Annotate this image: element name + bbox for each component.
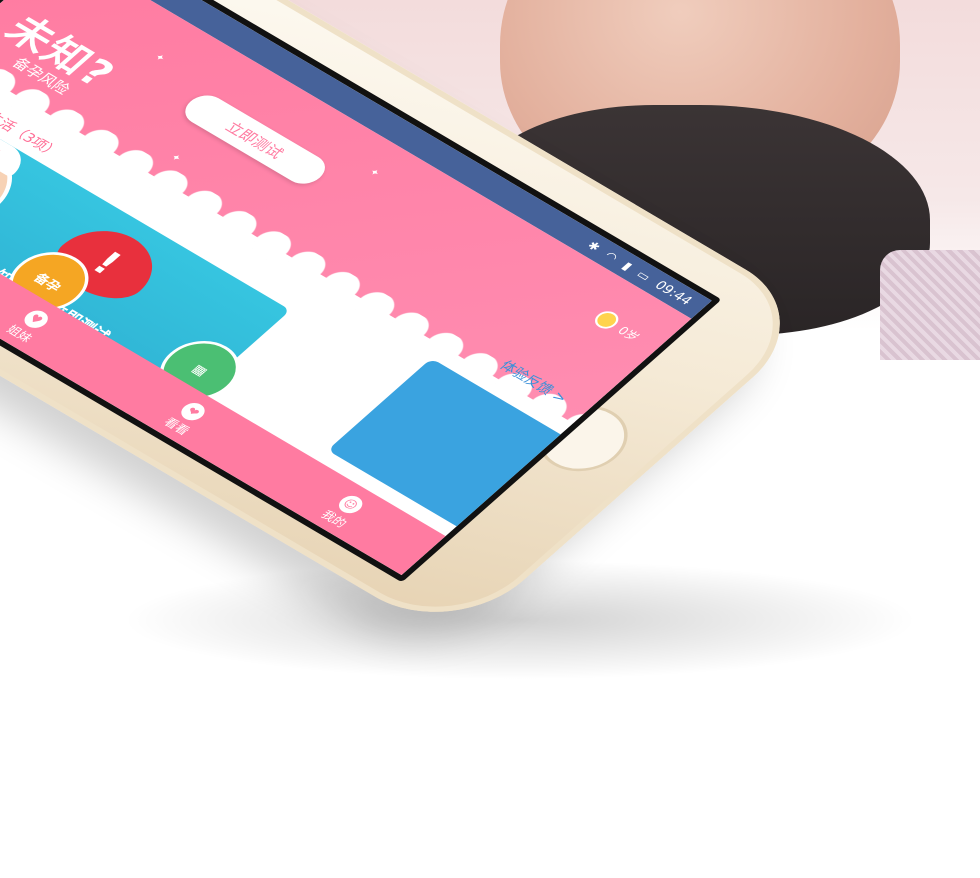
bluetooth-icon: ✱ [584, 238, 604, 254]
tab-discover[interactable]: ❤ 看看 [160, 399, 211, 438]
tab-sisters[interactable]: ♥ 姐妹 [3, 306, 54, 345]
calendar-icon: ▦ [188, 362, 211, 379]
profile-age: 0岁 [614, 323, 643, 344]
sparkle-icon: ✦ [167, 152, 184, 165]
background-rug [880, 250, 980, 360]
tab-profile[interactable]: ☺ 我的 [317, 491, 368, 530]
sparkle-icon: ✦ [366, 167, 382, 179]
battery-icon: ▭ [633, 267, 655, 284]
sparkle-icon: ✦ [151, 52, 168, 65]
test-now-button[interactable]: 立即测试 [177, 89, 334, 190]
wifi-icon: ◠ [601, 249, 622, 265]
prep-label: 备孕 [30, 271, 65, 295]
profile-badge[interactable]: 0岁 [590, 308, 646, 345]
signal-icon: ▮ [618, 259, 636, 273]
